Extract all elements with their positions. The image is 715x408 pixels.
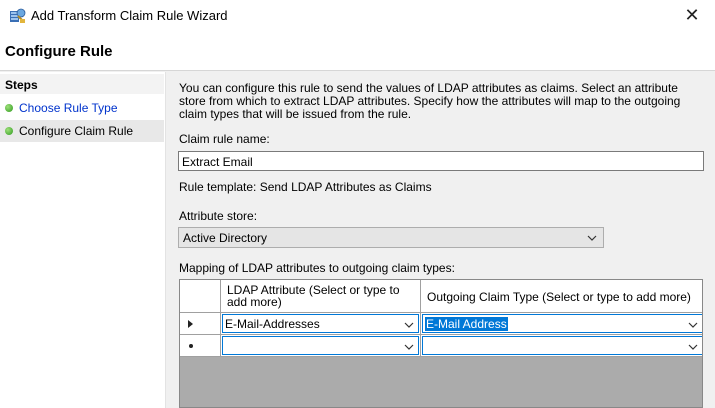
- step-label[interactable]: Choose Rule Type: [19, 101, 118, 115]
- close-icon: ✕: [684, 5, 700, 25]
- chevron-down-icon[interactable]: [688, 320, 698, 330]
- rule-description: You can configure this rule to send the …: [179, 81, 681, 121]
- column-header-ldap-attribute[interactable]: LDAP Attribute (Select or type to add mo…: [221, 280, 421, 313]
- rule-template-label: Rule template: Send LDAP Attributes as C…: [179, 180, 432, 194]
- step-choose-rule-type[interactable]: Choose Rule Type: [0, 97, 164, 119]
- claim-rule-name-label: Claim rule name:: [179, 132, 270, 146]
- steps-panel: Steps Choose Rule Type Configure Claim R…: [0, 72, 166, 408]
- attribute-store-value: Active Directory: [183, 231, 268, 245]
- claim-type-combo[interactable]: E-Mail Address: [422, 314, 702, 333]
- table-row[interactable]: E-Mail-Addresses E-Mail Address: [180, 313, 702, 335]
- step-label: Configure Claim Rule: [19, 124, 134, 138]
- ldap-attribute-value: E-Mail-Addresses: [225, 317, 320, 331]
- table-row-new[interactable]: [180, 335, 702, 357]
- window-title: Add Transform Claim Rule Wizard: [31, 8, 228, 23]
- adfs-wizard-icon: [10, 8, 26, 23]
- chevron-down-icon[interactable]: [688, 342, 698, 352]
- step-configure-claim-rule: Configure Claim Rule: [0, 120, 164, 142]
- claim-type-cell[interactable]: [421, 335, 702, 357]
- step-complete-icon: [5, 104, 13, 112]
- page-title: Configure Rule: [5, 43, 113, 60]
- row-header[interactable]: [180, 313, 221, 335]
- attribute-store-label: Attribute store:: [179, 209, 258, 223]
- claim-type-cell[interactable]: E-Mail Address: [421, 313, 702, 335]
- current-row-arrow-icon: [188, 320, 193, 328]
- attribute-store-dropdown[interactable]: Active Directory: [178, 227, 604, 248]
- ldap-attribute-cell[interactable]: E-Mail-Addresses: [221, 313, 421, 335]
- chevron-down-icon: [587, 235, 597, 241]
- mapping-grid: LDAP Attribute (Select or type to add mo…: [179, 279, 703, 408]
- row-header-corner: [180, 280, 221, 313]
- claim-type-value: E-Mail Address: [425, 317, 508, 331]
- mapping-label: Mapping of LDAP attributes to outgoing c…: [179, 261, 455, 275]
- title-bar: Add Transform Claim Rule Wizard ✕: [0, 0, 715, 31]
- new-row-icon: [189, 344, 193, 348]
- row-header[interactable]: [180, 335, 221, 357]
- ldap-attribute-cell[interactable]: [221, 335, 421, 357]
- steps-heading: Steps: [0, 74, 164, 94]
- chevron-down-icon[interactable]: [404, 342, 414, 352]
- main-content: You can configure this rule to send the …: [167, 72, 715, 408]
- chevron-down-icon[interactable]: [404, 320, 414, 330]
- ldap-attribute-combo[interactable]: [222, 336, 419, 355]
- close-button[interactable]: ✕: [669, 0, 715, 31]
- column-header-outgoing-claim-type[interactable]: Outgoing Claim Type (Select or type to a…: [421, 280, 702, 313]
- claim-rule-name-input[interactable]: Extract Email: [178, 151, 704, 171]
- claim-type-combo[interactable]: [422, 336, 702, 355]
- wizard-header: Configure Rule: [0, 31, 715, 71]
- ldap-attribute-combo[interactable]: E-Mail-Addresses: [222, 314, 419, 333]
- step-complete-icon: [5, 127, 13, 135]
